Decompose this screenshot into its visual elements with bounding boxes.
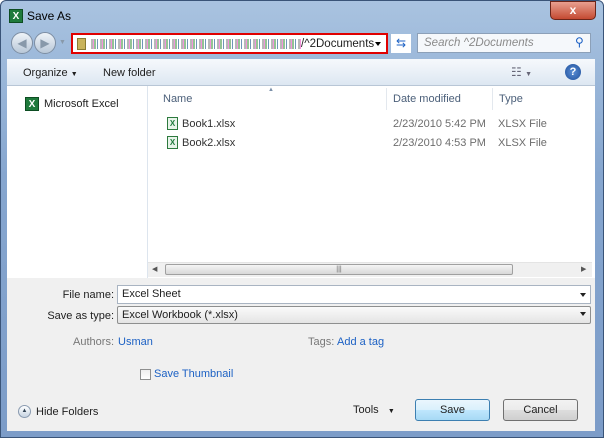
sidebar-item-microsoft-excel[interactable]: Microsoft Excel	[44, 98, 119, 110]
file-row[interactable]: X Book1.xlsx 2/23/2010 5:42 PM XLSX File	[163, 115, 583, 133]
file-type: XLSX File	[498, 118, 547, 130]
save-as-dialog: X Save As x ◀ ▶ ▼ /^2Documents ⇆ Search …	[0, 0, 604, 438]
navigation-pane: X Microsoft Excel	[7, 86, 148, 278]
recent-pages-chevron-icon[interactable]: ▼	[59, 39, 66, 46]
file-row[interactable]: X Book2.xlsx 2/23/2010 4:53 PM XLSX File	[163, 134, 583, 152]
file-date: 2/23/2010 4:53 PM	[393, 137, 486, 149]
file-type: XLSX File	[498, 137, 547, 149]
organize-button[interactable]: Organize ▼	[23, 67, 78, 79]
cancel-button[interactable]: Cancel	[503, 399, 578, 421]
hide-folders-button[interactable]: Hide Folders	[36, 406, 98, 418]
file-date: 2/23/2010 5:42 PM	[393, 118, 486, 130]
tools-button[interactable]: Tools ▼	[353, 404, 395, 416]
new-folder-button[interactable]: New folder	[103, 67, 156, 79]
chevron-down-icon	[580, 293, 586, 297]
chevron-down-icon	[580, 312, 586, 316]
add-tag-link[interactable]: Add a tag	[337, 336, 384, 348]
column-header-type[interactable]: Type	[499, 93, 523, 105]
column-divider[interactable]	[386, 88, 387, 110]
refresh-icon[interactable]: ⇆	[391, 34, 411, 53]
scroll-left-icon[interactable]: ◀	[152, 265, 157, 273]
save-as-type-label: Save as type:	[47, 310, 114, 322]
column-divider[interactable]	[492, 88, 493, 110]
sort-indicator-icon: ▲	[268, 87, 274, 93]
hide-folders-icon[interactable]: ▲	[18, 405, 31, 418]
save-button[interactable]: Save	[415, 399, 490, 421]
address-text: /^2Documents	[301, 38, 375, 50]
column-header-date[interactable]: Date modified	[393, 93, 461, 105]
toolbar: Organize ▼ New folder ☷ ▼ ?	[7, 59, 595, 86]
save-thumbnail-checkbox[interactable]	[140, 369, 151, 380]
file-name-label: File name:	[62, 289, 114, 301]
save-thumbnail-label[interactable]: Save Thumbnail	[154, 368, 233, 380]
authors-label: Authors:	[73, 336, 114, 348]
obscured-path	[91, 38, 301, 49]
authors-value[interactable]: Usman	[118, 336, 153, 348]
xlsx-file-icon: X	[167, 136, 178, 149]
excel-icon: X	[25, 97, 39, 111]
save-as-type-select[interactable]: Excel Workbook (*.xlsx)	[117, 306, 591, 324]
help-icon[interactable]: ?	[565, 64, 581, 80]
scrollbar-thumb[interactable]: |||	[165, 264, 513, 275]
back-button[interactable]: ◀	[11, 32, 33, 54]
search-input[interactable]: Search ^2Documents	[417, 33, 591, 53]
excel-app-icon: X	[9, 9, 23, 23]
view-options-icon[interactable]: ☷ ▼	[511, 65, 532, 79]
forward-button[interactable]: ▶	[34, 32, 56, 54]
close-button[interactable]: x	[550, 1, 596, 20]
column-header-name[interactable]: Name	[163, 93, 192, 105]
xlsx-file-icon: X	[167, 117, 178, 130]
window-title: Save As	[27, 9, 72, 23]
file-name-input[interactable]: Excel Sheet	[117, 285, 591, 304]
file-name: Book2.xlsx	[182, 137, 236, 149]
address-dropdown-icon[interactable]	[375, 42, 381, 46]
file-name: Book1.xlsx	[182, 118, 236, 130]
address-bar[interactable]: /^2Documents	[71, 33, 388, 54]
search-icon[interactable]: ⚲	[575, 35, 584, 49]
scroll-right-icon[interactable]: ▶	[581, 265, 586, 273]
tags-label: Tags:	[308, 336, 335, 348]
folder-icon	[77, 38, 86, 50]
